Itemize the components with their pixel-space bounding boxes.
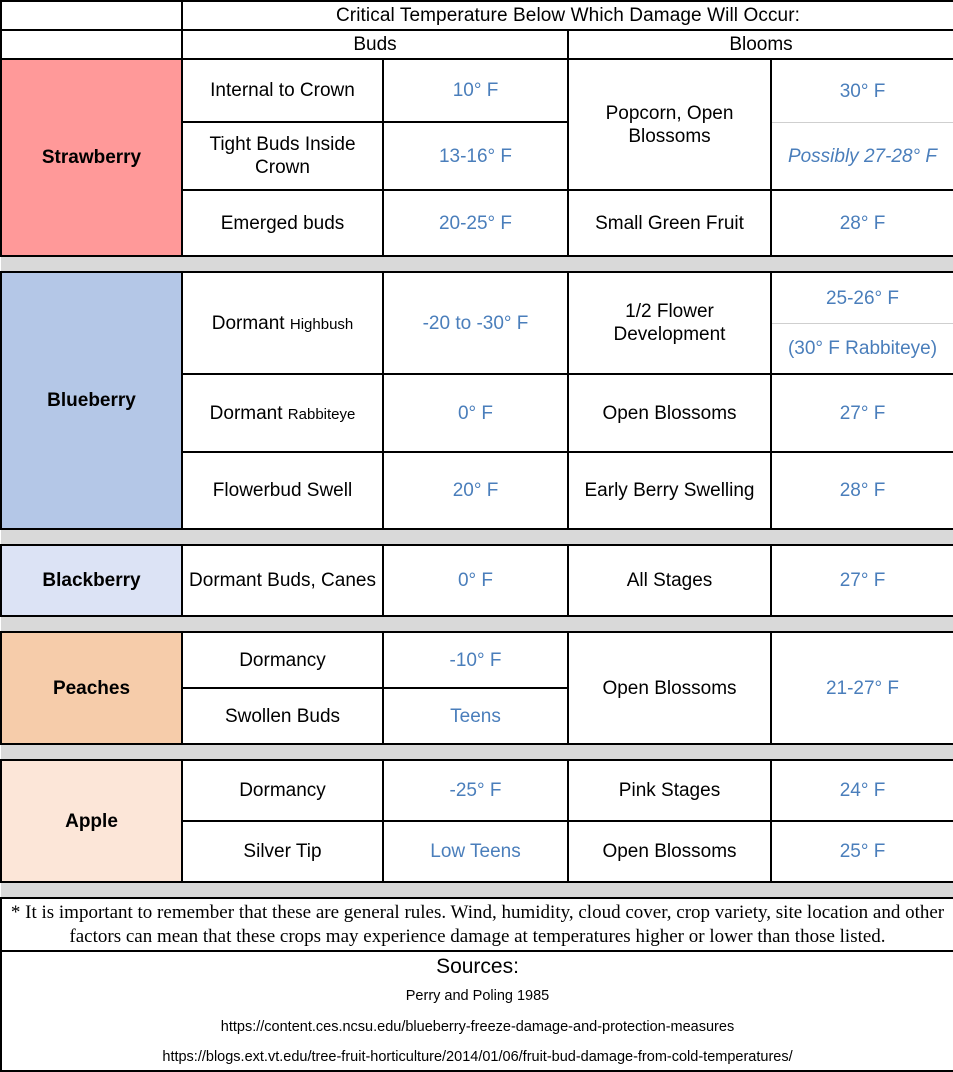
bud-temp-cell: 13-16° F (382, 121, 569, 192)
bud-temp-cell: 20-25° F (382, 189, 569, 258)
footnote-text: * It is important to remember that these… (0, 897, 953, 952)
bud-stage-cell: Internal to Crown (181, 58, 384, 124)
bloom-temp-note-cell: (30° F Rabbiteye) (770, 323, 953, 376)
bud-temp-cell: 20° F (382, 451, 569, 531)
blooms-header: Blooms (567, 29, 953, 61)
corner-blank-cell (0, 0, 183, 32)
section-spacer (1, 528, 953, 547)
section-spacer (1, 255, 953, 274)
bloom-temp-cell: 28° F (770, 451, 953, 531)
bud-stage-cell: Dormant Highbush (181, 271, 384, 376)
header-row-categories: Buds Blooms (0, 29, 953, 61)
bud-temp-cell: 0° F (382, 544, 569, 618)
table-row: Peaches Dormancy -10° F Open Blossoms 21… (0, 631, 953, 746)
bloom-temp-cell: 27° F (770, 544, 953, 618)
table-row: Apple Dormancy -25° F Pink Stages 24° F (0, 759, 953, 884)
bloom-stage-cell: Pink Stages (567, 759, 772, 823)
table-row: Blueberry Dormant Highbush -20 to -30° F… (0, 271, 953, 531)
source-item-link[interactable]: https://blogs.ext.vt.edu/tree-fruit-hort… (6, 1049, 949, 1066)
bud-temp-cell: 0° F (382, 373, 569, 454)
bud-temp-cell: 10° F (382, 58, 569, 124)
bud-stage-cell: Dormancy (181, 631, 384, 690)
bud-stage-sub: Rabbiteye (287, 405, 356, 423)
bloom-temp-cell: 28° F (770, 189, 953, 258)
buds-header: Buds (181, 29, 569, 61)
bud-stage-cell: Dormancy (181, 759, 384, 823)
sources-block: Sources: Perry and Poling 1985 https://c… (0, 949, 953, 1072)
table-title: Critical Temperature Below Which Damage … (181, 0, 953, 32)
bloom-temp-cell: 30° F (770, 58, 953, 123)
crop-label-apple: Apple (0, 759, 183, 884)
bud-temp-cell: -25° F (382, 759, 569, 823)
bud-temp-cell: Teens (382, 687, 569, 746)
bud-stage-sub: Highbush (289, 315, 354, 333)
bud-temp-cell: -20 to -30° F (382, 271, 569, 376)
crop-label-blackberry: Blackberry (0, 544, 183, 618)
bud-stage-cell: Flowerbud Swell (181, 451, 384, 531)
crop-label-peaches: Peaches (0, 631, 183, 746)
bloom-stage-cell: Early Berry Swelling (567, 451, 772, 531)
footnote-row: * It is important to remember that these… (0, 897, 953, 952)
bloom-stage-cell: Popcorn, Open Blossoms (567, 58, 772, 192)
bud-stage-cell: Tight Buds Inside Crown (181, 121, 384, 192)
bloom-stage-cell: All Stages (567, 544, 772, 618)
bloom-temp-cell: 25° F (770, 820, 953, 884)
crop-label-blueberry: Blueberry (0, 271, 183, 531)
source-item-link[interactable]: https://content.ces.ncsu.edu/blueberry-f… (6, 1019, 949, 1036)
crop-label-strawberry: Strawberry (0, 58, 183, 258)
bloom-stage-cell: Open Blossoms (567, 373, 772, 454)
bloom-temp-cell: 27° F (770, 373, 953, 454)
bloom-temp-cell: 21-27° F (770, 631, 953, 746)
sources-row: Sources: Perry and Poling 1985 https://c… (0, 949, 953, 1072)
section-spacer (1, 881, 953, 900)
bud-temp-cell: Low Teens (382, 820, 569, 884)
header-row-title: Critical Temperature Below Which Damage … (0, 0, 953, 32)
freeze-damage-chart: Critical Temperature Below Which Damage … (0, 0, 953, 1072)
table-row: Strawberry Internal to Crown 10° F Popco… (0, 58, 953, 258)
bud-stage-cell: Dormant Rabbiteye (181, 373, 384, 454)
corner-blank-cell-2 (0, 29, 183, 61)
bud-stage-cell: Emerged buds (181, 189, 384, 258)
bloom-temp-cell: 24° F (770, 759, 953, 823)
sources-title: Sources: (436, 954, 519, 978)
bud-stage-cell: Dormant Buds, Canes (181, 544, 384, 618)
bud-stage-main: Dormant (209, 402, 283, 424)
bloom-stage-cell: Open Blossoms (567, 631, 772, 746)
bud-temp-cell: -10° F (382, 631, 569, 690)
bloom-stage-cell: Open Blossoms (567, 820, 772, 884)
bud-stage-cell: Swollen Buds (181, 687, 384, 746)
bloom-stage-cell: 1/2 Flower Development (567, 271, 772, 376)
section-spacer (1, 743, 953, 762)
source-item: Perry and Poling 1985 (405, 988, 550, 1005)
bloom-stage-cell: Small Green Fruit (567, 189, 772, 258)
bloom-temp-cell: 25-26° F (770, 271, 953, 325)
bloom-temp-note-cell: Possibly 27-28° F (770, 122, 953, 192)
section-spacer (1, 615, 953, 634)
bud-stage-cell: Silver Tip (181, 820, 384, 884)
critical-temperature-table: Critical Temperature Below Which Damage … (0, 0, 953, 1072)
bud-stage-main: Dormant (211, 312, 285, 334)
table-row: Blackberry Dormant Buds, Canes 0° F All … (0, 544, 953, 618)
